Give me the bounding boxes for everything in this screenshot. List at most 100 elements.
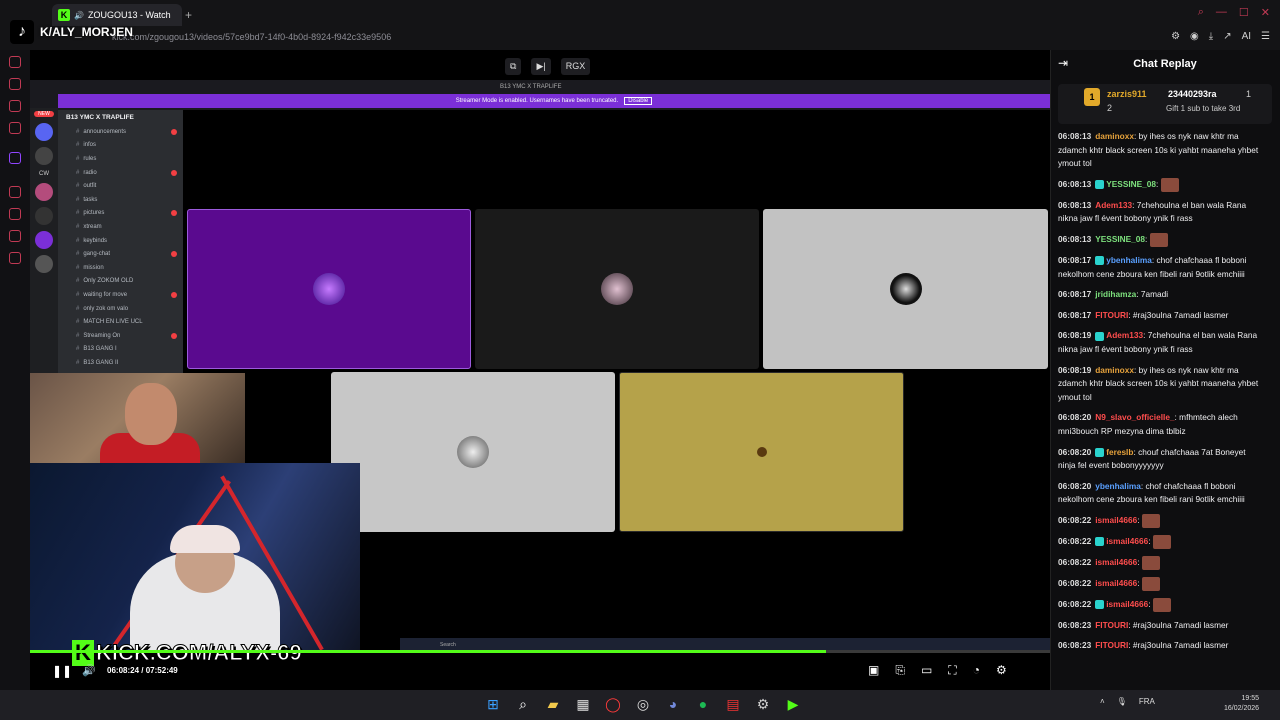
server-icon[interactable] (35, 207, 53, 225)
popout-icon[interactable]: ⧉ (505, 58, 522, 75)
message-username[interactable]: N9_slavo_officielle_ (1095, 412, 1174, 422)
channel-item[interactable]: # xtream (58, 220, 183, 234)
channel-item[interactable]: # only zok om valo (58, 302, 183, 316)
channel-item[interactable]: # mission (58, 261, 183, 275)
mic-icon[interactable]: 🎙 (1117, 697, 1127, 706)
server-icon[interactable] (35, 255, 53, 273)
sidebar-icon-4[interactable] (9, 122, 21, 134)
maximize-icon[interactable]: ☐ (1239, 6, 1249, 19)
message-username[interactable]: Adem133 (1106, 330, 1143, 340)
message-username[interactable]: jridihamza (1095, 289, 1136, 299)
settings-icon[interactable]: ⚙ (996, 663, 1007, 678)
close-icon[interactable]: ✕ (1261, 6, 1270, 19)
camera-icon[interactable]: ◉ (1190, 31, 1199, 42)
channel-item[interactable]: # waiting for move (58, 288, 183, 302)
participant-tile[interactable] (763, 209, 1048, 369)
message-username[interactable]: daminoxx (1095, 365, 1134, 375)
clock[interactable]: 19:55 16/02/2026 (1224, 694, 1259, 714)
participant-tile[interactable] (475, 209, 759, 369)
windows-start-icon[interactable]: ⊞ (484, 695, 502, 713)
rgx-button[interactable]: RGX (560, 58, 591, 75)
skip-icon[interactable]: ▶| (531, 58, 551, 75)
discord-icon[interactable]: ◕ (664, 695, 682, 713)
participant-tile[interactable] (619, 372, 904, 532)
minimize-icon[interactable]: — (1216, 6, 1227, 19)
sidebar-icon-3[interactable] (9, 100, 21, 112)
server-icon[interactable] (35, 231, 53, 249)
message-username[interactable]: ismail4666 (1106, 599, 1148, 609)
url-input[interactable]: kick.com/zgougou13/videos/57ce9bd7-14f0-… (112, 32, 391, 42)
server-icon[interactable] (35, 147, 53, 165)
pip-icon[interactable]: ▣ (868, 663, 879, 678)
clip-icon[interactable]: ⎘ (895, 663, 905, 678)
app-icon[interactable]: ◎ (634, 695, 652, 713)
twitch-icon[interactable] (9, 152, 21, 164)
menu-icon[interactable]: ☰ (1261, 31, 1270, 42)
channel-item[interactable]: # rules (58, 152, 183, 166)
sidebar-icon-5[interactable] (9, 186, 21, 198)
fullscreen-icon[interactable]: ⛶ (948, 663, 956, 678)
message-username[interactable]: ismail4666 (1106, 536, 1148, 546)
opera-icon[interactable]: ◯ (604, 695, 622, 713)
sidebar-icon-6[interactable] (9, 208, 21, 220)
extension-icon[interactable]: ⚙ (1171, 31, 1180, 42)
channel-item[interactable]: # radio (58, 166, 183, 180)
spotify-icon[interactable]: ● (694, 695, 712, 713)
message-username[interactable]: YESSINE_08 (1106, 179, 1156, 189)
search-icon[interactable]: ⌕ (514, 695, 532, 713)
server-icon[interactable] (35, 183, 53, 201)
server-name[interactable]: B13 YMC X TRAPLIFE (58, 110, 183, 125)
app-icon[interactable]: ▤ (724, 695, 742, 713)
channel-item[interactable]: # gang-chat (58, 247, 183, 261)
participant-tile[interactable] (187, 209, 471, 369)
store-icon[interactable]: ▦ (574, 695, 592, 713)
top-gifter-name[interactable]: zarzis911 (1107, 89, 1147, 99)
speed-icon[interactable]: ◔ (973, 663, 980, 678)
channel-item[interactable]: # infos (58, 139, 183, 153)
channel-item[interactable]: # announcements (58, 125, 183, 139)
volume-icon[interactable]: 🔊 (82, 664, 96, 677)
message-username[interactable]: ismail4666 (1095, 578, 1137, 588)
message-username[interactable]: daminoxx (1095, 131, 1134, 141)
message-username[interactable]: FITOURI (1095, 310, 1128, 320)
sidebar-icon-7[interactable] (9, 230, 21, 242)
settings-icon[interactable] (9, 252, 21, 264)
disable-button[interactable]: Disable (624, 97, 653, 105)
sidebar-icon-2[interactable] (9, 78, 21, 90)
message-username[interactable]: YESSINE_08 (1095, 234, 1145, 244)
channel-item[interactable]: # pictures (58, 207, 183, 221)
channel-item[interactable]: # Streaming On (58, 329, 183, 343)
pause-button[interactable]: ❚❚ (52, 664, 72, 678)
progress-bar[interactable] (30, 650, 1050, 653)
channel-item[interactable]: # Only ZOKOM OLD (58, 275, 183, 289)
ai-button[interactable]: AI (1242, 31, 1251, 42)
channel-item[interactable]: # outfit (58, 179, 183, 193)
message-username[interactable]: ybenhalima (1095, 481, 1141, 491)
second-gifter-name[interactable]: 23440293ra (1168, 89, 1217, 99)
message-username[interactable]: FITOURI (1095, 620, 1128, 630)
download-icon[interactable]: ⤓ (1209, 31, 1213, 42)
kick-icon[interactable]: ▶ (784, 695, 802, 713)
tab-kick[interactable]: K 🔊 ZOUGOU13 - Watch (52, 4, 182, 26)
new-tab-button[interactable]: + (185, 8, 192, 22)
sidebar-icon-1[interactable] (9, 56, 21, 68)
message-username[interactable]: ismail4666 (1095, 515, 1137, 525)
participant-tile[interactable] (331, 372, 615, 532)
search-icon[interactable]: ⌕ (1198, 6, 1204, 19)
message-username[interactable]: FITOURI (1095, 640, 1128, 650)
channel-item[interactable]: # B13 GANG I (58, 343, 183, 357)
share-icon[interactable]: ↗ (1223, 31, 1231, 42)
server-icon[interactable] (35, 123, 53, 141)
chevron-up-icon[interactable]: ˄ (1100, 697, 1105, 706)
gear-icon[interactable]: ⚙ (754, 695, 772, 713)
message-username[interactable]: fereslb (1106, 447, 1133, 457)
message-username[interactable]: ybenhalima (1106, 255, 1152, 265)
language-indicator[interactable]: FRA (1139, 697, 1155, 706)
message-username[interactable]: ismail4666 (1095, 557, 1137, 567)
folder-icon[interactable]: ▰ (544, 695, 562, 713)
channel-item[interactable]: # keybinds (58, 234, 183, 248)
theater-icon[interactable]: ▭ (921, 663, 932, 678)
channel-item[interactable]: # tasks (58, 193, 183, 207)
channel-item[interactable]: # MATCH EN LIVE UCL (58, 315, 183, 329)
message-username[interactable]: Adem133 (1095, 200, 1132, 210)
